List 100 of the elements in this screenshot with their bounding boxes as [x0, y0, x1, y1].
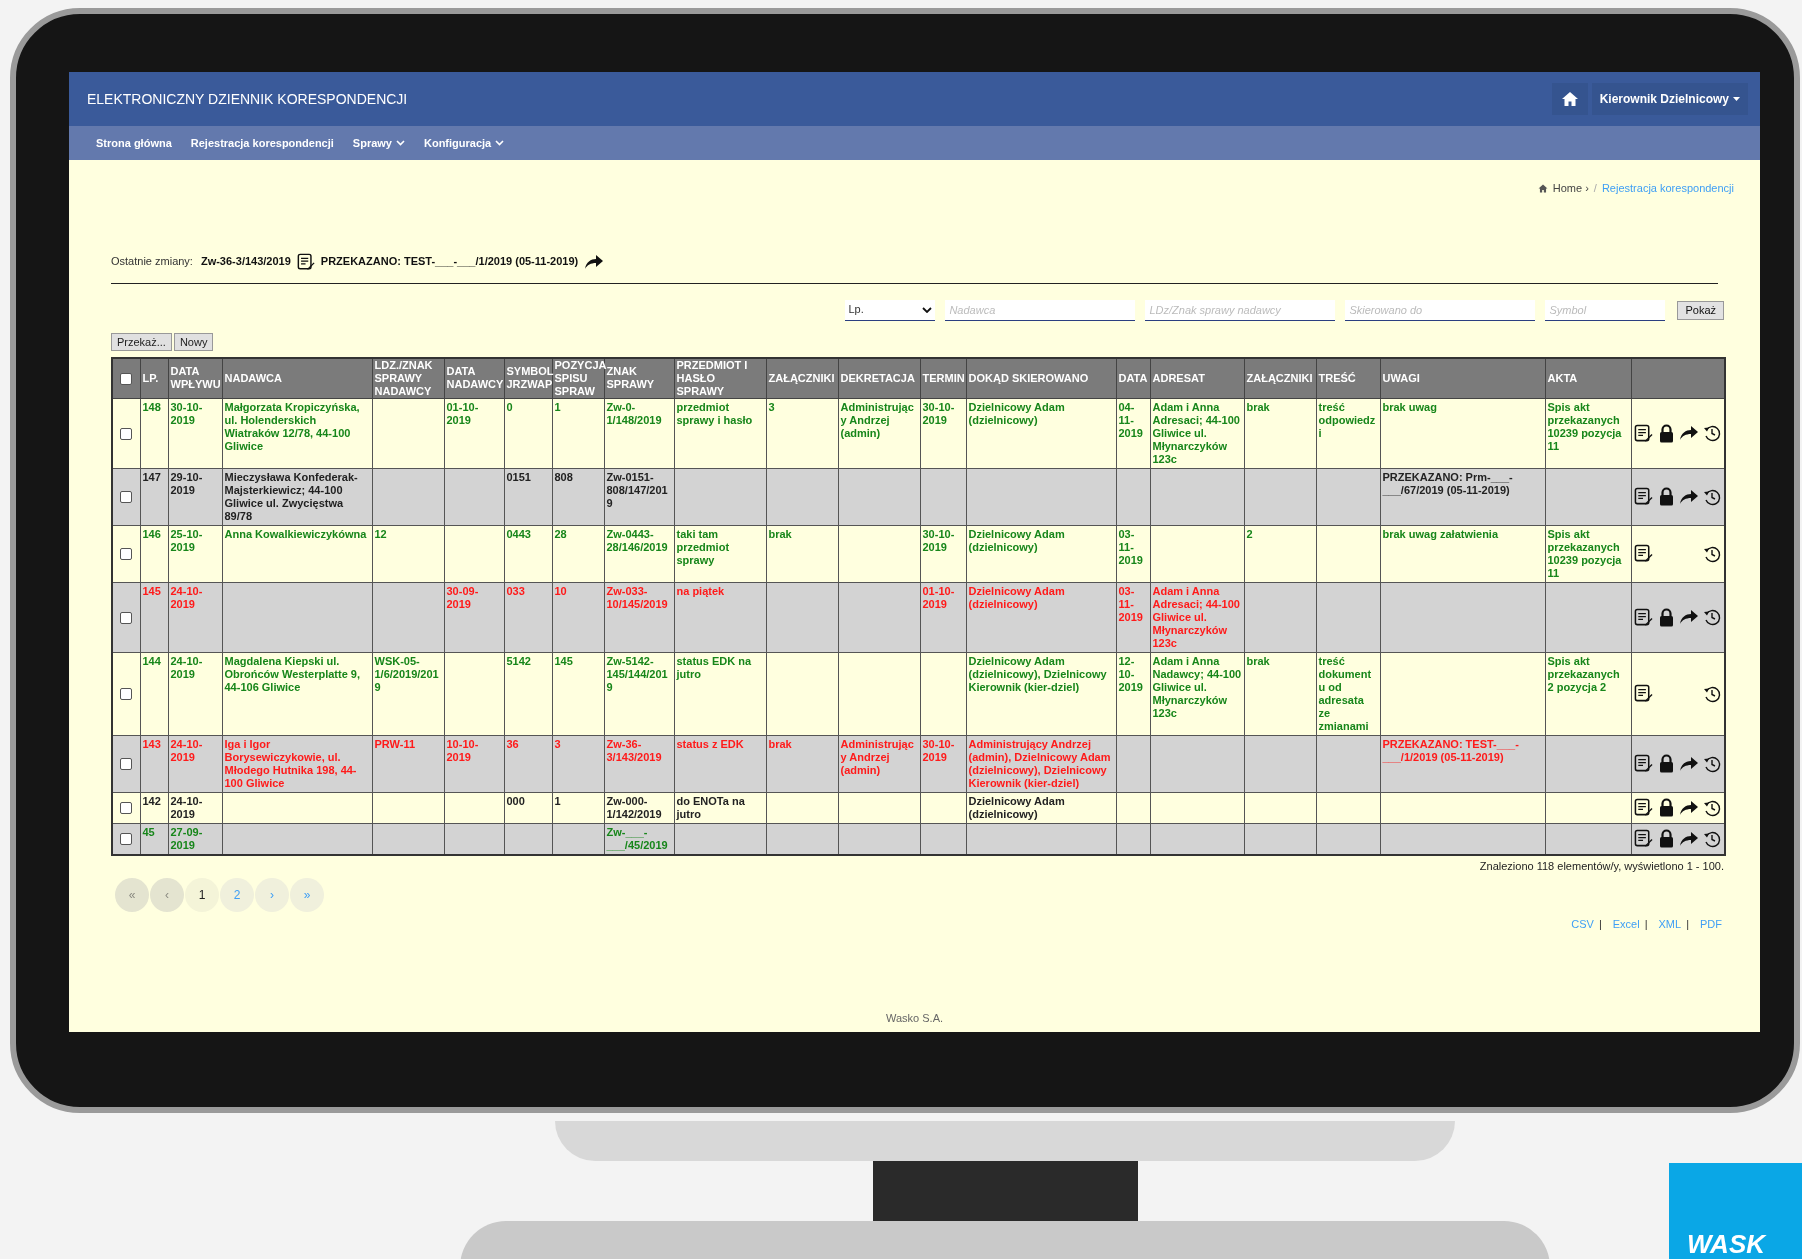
recent-changes-label: Ostatnie zmiany:: [111, 254, 193, 270]
forward-arrow-icon[interactable]: [1679, 755, 1700, 772]
nav-link[interactable]: Strona główna: [96, 134, 172, 152]
filter-field[interactable]: LDz/Znak sprawy nadawcy: [1145, 299, 1336, 321]
home-button[interactable]: [1551, 83, 1588, 115]
history-icon[interactable]: [1703, 829, 1721, 848]
edit-document-icon[interactable]: [1634, 423, 1653, 443]
forward-arrow-icon[interactable]: [1679, 425, 1700, 441]
export-link[interactable]: PDF: [1700, 916, 1722, 933]
table-cell: treść dokumentu od adresata ze zmianami: [1316, 652, 1380, 735]
export-link[interactable]: Excel: [1612, 916, 1640, 933]
filter-field[interactable]: Skierowano do: [1345, 299, 1536, 321]
table-cell: 24-10-2019: [168, 792, 222, 823]
breadcrumb-link[interactable]: Home ›: [1552, 180, 1589, 197]
nav-dropdown[interactable]: Sprawy: [352, 134, 405, 152]
column-header: DEKRETACJA: [838, 357, 920, 398]
checkbox[interactable]: [120, 833, 133, 846]
column-header: AKTA: [1545, 357, 1631, 398]
user-menu-button[interactable]: Kierownik Dzielnicowy: [1591, 83, 1748, 115]
table-cell: brak: [1244, 652, 1316, 735]
table-cell: 01-10-2019: [444, 398, 504, 468]
nav-dropdown[interactable]: Konfiguracja: [424, 134, 505, 152]
edit-document-icon: [296, 252, 315, 271]
forward-arrow-icon[interactable]: [1679, 799, 1700, 816]
history-icon[interactable]: [1703, 684, 1721, 703]
table-cell: Adam i Anna Nadawcy; 44-100 Gliwice ul. Młynarczyków 123c: [1150, 652, 1244, 735]
table-cell: 1: [552, 792, 604, 823]
edit-document-icon[interactable]: [1634, 544, 1653, 563]
table-cell: 28: [552, 525, 604, 582]
sort-dropdown[interactable]: Lp.: [845, 299, 936, 321]
checkbox[interactable]: [120, 372, 133, 385]
checkbox[interactable]: [120, 548, 133, 561]
table-cell: 25-10-2019: [168, 525, 222, 582]
table-cell: 2: [1244, 525, 1316, 582]
history-icon[interactable]: [1703, 754, 1721, 773]
edit-document-icon[interactable]: [1634, 607, 1653, 627]
history-icon[interactable]: [1703, 544, 1721, 563]
export-link[interactable]: XML: [1658, 916, 1682, 933]
lock-icon[interactable]: [1658, 798, 1674, 817]
filter-field[interactable]: Symbol: [1545, 299, 1666, 321]
forward-arrow-icon[interactable]: [1679, 488, 1700, 505]
checkbox[interactable]: [120, 611, 133, 624]
table-cell: przedmiot sprawy i hasło: [674, 398, 766, 468]
table-cell: status EDK na jutro: [674, 652, 766, 735]
row-number: 145: [140, 582, 168, 652]
page-button[interactable]: 1: [185, 878, 219, 912]
table-cell: brak uwag: [1380, 398, 1545, 468]
table-cell: Mieczysława Konfederak-Majsterkiewicz; 44-100 Gliwice ul. Zwycięstwa 89/78: [222, 468, 372, 525]
page-button[interactable]: 2: [220, 878, 254, 912]
table-cell: 24-10-2019: [168, 582, 222, 652]
table-cell: 04-11-2019: [1116, 398, 1150, 468]
checkbox[interactable]: [120, 491, 133, 504]
nav-link[interactable]: Rejestracja korespondencji: [190, 134, 334, 152]
table-cell: Zw-0151-808/147/2019: [604, 468, 674, 525]
app-title: ELEKTRONICZNY DZIENNIK KORESPONDENCJI: [87, 89, 408, 109]
lock-icon[interactable]: [1658, 607, 1674, 627]
checkbox[interactable]: [120, 427, 133, 440]
table-cell: Administrujący Andrzej (admin), Dzielnicowy Adam (dzielnicowy), Dzielnicowy Kierownik (kier-dziel): [966, 735, 1116, 792]
page-button[interactable]: ›: [255, 878, 289, 912]
table-cell: Zw-033-10/145/2019: [604, 582, 674, 652]
action-button[interactable]: Przekaż...: [111, 332, 172, 351]
forward-arrow-icon[interactable]: [1679, 830, 1700, 847]
lock-icon[interactable]: [1658, 829, 1674, 848]
breadcrumb-current[interactable]: Rejestracja korespondencji: [1601, 180, 1734, 197]
table-cell: 033: [504, 582, 552, 652]
lock-icon[interactable]: [1658, 487, 1674, 506]
history-icon[interactable]: [1703, 487, 1721, 506]
table-cell: 12: [372, 525, 444, 582]
export-link[interactable]: CSV: [1571, 916, 1594, 933]
checkbox[interactable]: [120, 688, 133, 701]
edit-document-icon[interactable]: [1634, 829, 1653, 848]
page-button[interactable]: »: [290, 878, 324, 912]
column-header: DATA: [1116, 357, 1150, 398]
table-cell: Adam i Anna Adresaci; 44-100 Gliwice ul. Młynarczyków 123c: [1150, 582, 1244, 652]
table-cell: brak: [766, 735, 838, 792]
history-icon[interactable]: [1703, 798, 1721, 817]
lock-icon[interactable]: [1658, 423, 1674, 443]
table-cell: brak: [766, 525, 838, 582]
show-button[interactable]: Pokaż: [1677, 300, 1724, 320]
action-button[interactable]: Nowy: [173, 332, 214, 351]
recent-change-note: PRZEKAZANO: TEST-___-___/1/2019 (05-11-2019): [320, 254, 579, 270]
forward-arrow-icon: [584, 253, 605, 270]
filter-field[interactable]: Nadawca: [945, 299, 1136, 321]
case-number-link[interactable]: Zw-36-3/143/2019: [200, 253, 291, 270]
column-header: LP.: [140, 357, 168, 398]
checkbox[interactable]: [120, 758, 133, 771]
column-header: ADRESAT: [1150, 357, 1244, 398]
edit-document-icon[interactable]: [1634, 754, 1653, 773]
column-header: TERMIN: [920, 357, 966, 398]
edit-document-icon[interactable]: [1634, 798, 1653, 817]
table-cell: Zw-0-1/148/2019: [604, 398, 674, 468]
checkbox[interactable]: [120, 802, 133, 815]
history-icon[interactable]: [1703, 608, 1721, 626]
edit-document-icon[interactable]: [1634, 684, 1653, 703]
history-icon[interactable]: [1703, 424, 1721, 442]
lock-icon[interactable]: [1658, 754, 1674, 773]
forward-arrow-icon[interactable]: [1679, 609, 1700, 625]
table-cell: Spis akt przekazanych 2 pozycja 2: [1545, 652, 1631, 735]
edit-document-icon[interactable]: [1634, 487, 1653, 506]
breadcrumb-separator: /: [1593, 181, 1597, 196]
